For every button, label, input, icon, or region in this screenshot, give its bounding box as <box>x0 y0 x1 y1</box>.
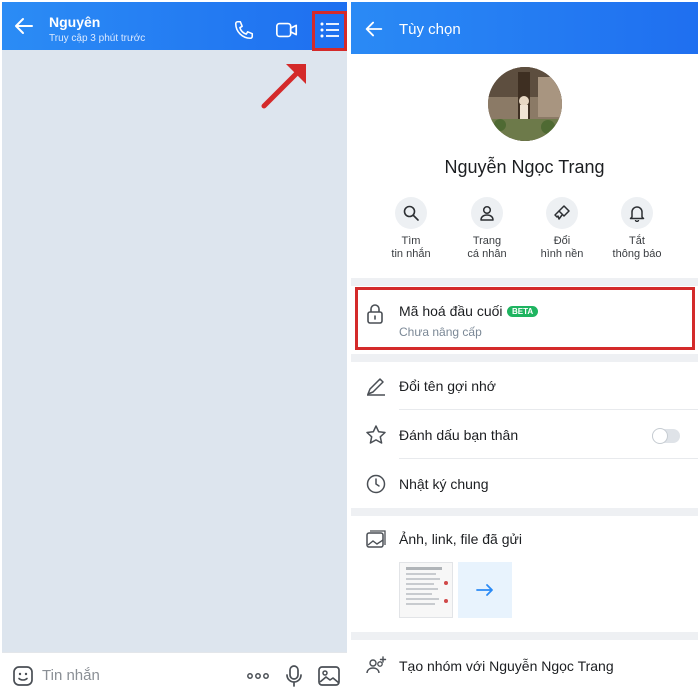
action-label-line1: Tìm <box>401 235 421 247</box>
screenshot-frame: Nguyên Truy cập 3 phút trước Tin nhắn Tù… <box>0 0 700 700</box>
media-label: Ảnh, link, file đã gửi <box>399 531 522 547</box>
options-header: Tùy chọn <box>351 2 698 54</box>
chat-header: Nguyên Truy cập 3 phút trước <box>2 2 347 51</box>
clock-icon <box>366 474 386 494</box>
section-divider <box>351 278 698 286</box>
microphone-icon[interactable] <box>284 664 304 688</box>
contact-name[interactable]: Nguyên <box>49 14 100 30</box>
search-icon <box>403 205 419 221</box>
paintbrush-icon <box>554 205 570 220</box>
action-label-line1: Tắt <box>629 235 645 247</box>
close-friend-toggle[interactable] <box>652 428 680 444</box>
option-label: Nhật ký chung <box>399 476 489 492</box>
menu-highlight-box <box>312 11 347 51</box>
row-divider <box>399 458 698 459</box>
back-arrow-icon[interactable] <box>12 14 36 38</box>
group-add-icon <box>366 656 387 674</box>
arrow-right-icon <box>476 584 493 596</box>
person-icon <box>480 205 494 221</box>
encryption-highlight-box <box>355 287 695 350</box>
action-label-line2: tin nhắn <box>391 248 431 260</box>
mark-close-friend-row[interactable]: Đánh dấu bạn thân <box>351 411 698 459</box>
personal-page-action[interactable]: Trang cá nhân <box>447 197 527 261</box>
rename-nickname-row[interactable]: Đổi tên gợi nhớ <box>351 362 698 410</box>
last-seen-status: Truy cập 3 phút trước <box>49 33 146 44</box>
star-icon <box>366 425 386 444</box>
action-label-line1: Trang <box>472 235 502 247</box>
row-divider <box>399 409 698 410</box>
create-group-label: Tạo nhóm với Nguyễn Ngọc Trang <box>399 658 614 674</box>
profile-name: Nguyễn Ngọc Trang <box>444 157 605 177</box>
avatar[interactable] <box>488 67 562 141</box>
section-divider <box>351 632 698 640</box>
options-screen: Tùy chọn Nguyễn Ngọc Trang Tìm tin nhắn T… <box>351 2 698 698</box>
video-call-icon[interactable] <box>275 19 299 41</box>
create-group-row[interactable]: Tạo nhóm với Nguyễn Ngọc Trang <box>351 642 698 690</box>
avatar-photo <box>488 67 562 141</box>
shared-diary-row[interactable]: Nhật ký chung <box>351 460 698 508</box>
message-input-bar: Tin nhắn <box>2 652 347 698</box>
chat-screen: Nguyên Truy cập 3 phút trước Tin nhắn <box>2 2 347 698</box>
action-label-line2: thông báo <box>612 248 662 260</box>
action-label-line1: Đổi <box>553 235 571 247</box>
image-icon[interactable] <box>317 665 341 687</box>
pencil-icon <box>367 378 385 396</box>
shared-file-thumbnail[interactable] <box>399 562 453 618</box>
document-preview <box>406 567 448 605</box>
option-label: Đổi tên gợi nhớ <box>399 378 496 394</box>
phone-icon[interactable] <box>233 19 255 41</box>
page-title: Tùy chọn <box>399 21 461 38</box>
view-more-media-button[interactable] <box>458 562 512 618</box>
sticker-icon[interactable] <box>12 665 34 687</box>
back-arrow-icon[interactable] <box>363 18 385 40</box>
action-label-line2: hình nền <box>540 248 584 260</box>
gallery-icon <box>366 530 386 548</box>
red-arrow-annotation <box>261 64 306 109</box>
section-divider <box>351 508 698 516</box>
bell-icon <box>629 206 645 222</box>
toggle-knob <box>652 428 668 444</box>
section-divider <box>351 354 698 362</box>
change-wallpaper-action[interactable]: Đổi hình nền <box>522 197 602 261</box>
option-label: Đánh dấu bạn thân <box>399 427 519 443</box>
action-label-line2: cá nhân <box>467 248 507 260</box>
shared-media-section[interactable]: Ảnh, link, file đã gửi <box>351 517 698 632</box>
more-dots-icon[interactable] <box>245 665 271 687</box>
mute-notifications-action[interactable]: Tắt thông báo <box>597 197 677 261</box>
message-input[interactable]: Tin nhắn <box>42 667 100 684</box>
search-messages-action[interactable]: Tìm tin nhắn <box>371 197 451 261</box>
